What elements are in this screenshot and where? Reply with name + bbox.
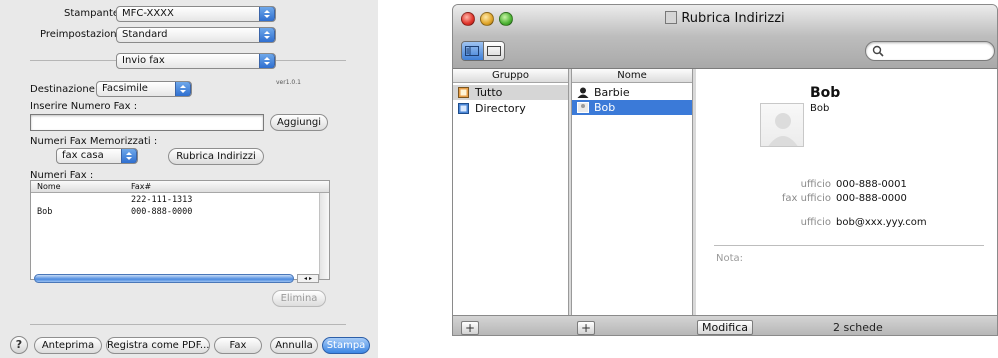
name-item-barbie[interactable]: Barbie: [572, 85, 692, 100]
cancel-button[interactable]: Annulla: [270, 337, 318, 354]
contact-card: Bob Bob ufficio 000-888-0001 fax ufficio…: [696, 69, 997, 315]
group-label: Tutto: [475, 86, 503, 99]
card-view-icon[interactable]: [482, 42, 504, 60]
address-book-icon: [665, 11, 678, 24]
person-icon: [577, 87, 589, 98]
popup-arrows-icon: [259, 7, 275, 21]
presets-value: Standard: [122, 29, 168, 40]
address-book-button[interactable]: Rubrica Indirizzi: [168, 148, 264, 165]
field-value[interactable]: 000-888-0000: [836, 193, 907, 204]
add-button[interactable]: Aggiungi: [270, 114, 328, 131]
address-book-window: Rubrica Indirizzi Gruppo Tutto Directory: [452, 4, 998, 336]
fax-button[interactable]: Fax: [214, 337, 262, 354]
bottom-bar: + + Modifica 2 schede: [453, 315, 997, 335]
print-dialog: Stampante: MFC-XXXX Preimpostazioni: Sta…: [0, 0, 378, 358]
row-name: Bob: [37, 207, 53, 217]
table-row[interactable]: 222-111-1313: [31, 195, 329, 206]
person-silhouette-icon: [768, 113, 798, 146]
view-toggle[interactable]: [461, 41, 505, 61]
note-divider: [714, 245, 984, 246]
title-bar: Rubrica Indirizzi: [453, 5, 997, 69]
popup-arrows-icon: [259, 28, 275, 42]
add-contact-button[interactable]: +: [577, 321, 595, 335]
enter-fax-label: Inserire Numero Fax :: [30, 101, 138, 112]
col-fax-header: Fax#: [131, 182, 152, 191]
edit-button[interactable]: Modifica: [697, 320, 753, 335]
name-item-bob[interactable]: Bob: [572, 100, 692, 115]
field-label: ufficio: [800, 179, 831, 190]
window-title: Rubrica Indirizzi: [453, 11, 997, 26]
search-icon: [872, 45, 884, 57]
popup-arrows-icon: [175, 82, 191, 96]
directory-book-icon: [458, 103, 469, 114]
panel-value: Invio fax: [122, 55, 165, 66]
row-fax: 222-111-1313: [131, 195, 193, 205]
stored-fax-label: Numeri Fax Memorizzati :: [30, 136, 158, 147]
contact-photo[interactable]: [760, 103, 804, 147]
group-label: Directory: [475, 102, 526, 115]
group-card-icon: [458, 87, 469, 98]
contact-name: Bob: [810, 85, 841, 101]
group-header: Gruppo: [453, 69, 568, 83]
printer-popup[interactable]: MFC-XXXX: [116, 6, 276, 22]
popup-arrows-icon: [121, 149, 137, 163]
presets-label: Preimpostazioni:: [40, 29, 123, 40]
name-label: Barbie: [594, 86, 630, 99]
field-label: ufficio: [800, 217, 831, 228]
printer-value: MFC-XXXX: [122, 8, 174, 19]
scroll-arrows-icon[interactable]: ◂ ▸: [297, 274, 319, 283]
name-column: Nome Barbie Bob: [571, 69, 693, 315]
stored-fax-popup[interactable]: fax casa: [56, 148, 138, 164]
col-name-header: Nome: [37, 182, 61, 191]
horizontal-scrollbar[interactable]: [34, 274, 294, 283]
window-title-text: Rubrica Indirizzi: [681, 11, 785, 26]
stored-fax-value: fax casa: [62, 150, 104, 161]
field-value[interactable]: bob@xxx.yyy.com: [836, 217, 927, 228]
card-count: 2 schede: [833, 321, 883, 334]
group-item-tutto[interactable]: Tutto: [453, 85, 568, 100]
version-text: ver1.0.1: [276, 79, 301, 86]
popup-arrows-icon: [259, 54, 275, 68]
separator: [30, 324, 346, 325]
fax-number-input[interactable]: [30, 114, 264, 131]
contact-subname: Bob: [810, 103, 830, 114]
row-fax: 000-888-0000: [131, 207, 193, 217]
save-pdf-button[interactable]: Registra come PDF...: [106, 337, 210, 354]
delete-button[interactable]: Elimina: [272, 290, 326, 307]
destination-label: Destinazione :: [30, 84, 102, 95]
presets-popup[interactable]: Standard: [116, 27, 276, 43]
note-label: Nota:: [716, 253, 744, 264]
help-icon[interactable]: ?: [10, 336, 28, 354]
table-header: Nome Fax#: [31, 181, 329, 193]
panel-popup[interactable]: Invio fax: [116, 53, 276, 69]
search-input[interactable]: [865, 41, 995, 61]
destination-value: Facsimile: [102, 83, 148, 94]
name-header: Nome: [572, 69, 692, 83]
column-view-icon[interactable]: [462, 42, 483, 60]
preview-button[interactable]: Anteprima: [34, 337, 102, 354]
group-item-directory[interactable]: Directory: [453, 101, 568, 116]
group-column: Gruppo Tutto Directory: [453, 69, 569, 315]
print-button[interactable]: Stampa: [322, 337, 370, 354]
name-label: Bob: [594, 101, 616, 114]
table-row[interactable]: Bob 000-888-0000: [31, 207, 329, 218]
add-group-button[interactable]: +: [461, 321, 479, 335]
fax-numbers-table[interactable]: Nome Fax# 222-111-1313 Bob 000-888-0000: [30, 180, 330, 280]
contact-card-icon: [577, 102, 589, 113]
printer-label: Stampante:: [64, 8, 123, 19]
field-value[interactable]: 000-888-0001: [836, 179, 907, 190]
destination-popup[interactable]: Facsimile: [96, 81, 192, 97]
field-label: fax ufficio: [781, 193, 831, 204]
vertical-scrollbar[interactable]: [319, 193, 329, 279]
